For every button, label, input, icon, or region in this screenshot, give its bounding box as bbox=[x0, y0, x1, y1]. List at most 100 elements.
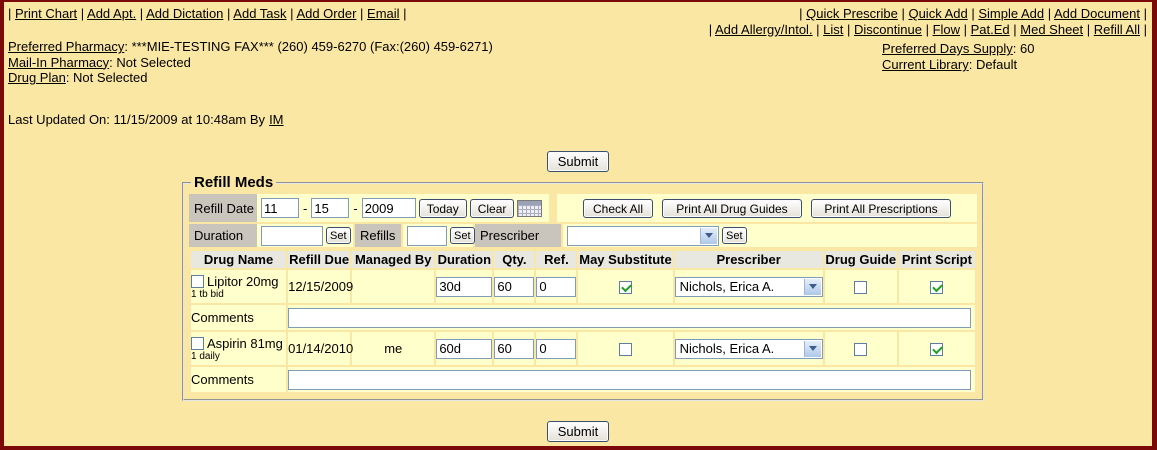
separator: | bbox=[287, 6, 297, 21]
prescriber-select[interactable]: Nichols, Erica A. bbox=[675, 339, 823, 359]
col-qty: Qty. bbox=[494, 251, 534, 268]
duration-input[interactable] bbox=[436, 277, 492, 297]
col-duration: Duration bbox=[436, 251, 492, 268]
nav-link-quick-prescribe[interactable]: Quick Prescribe bbox=[806, 6, 898, 21]
select-drug-checkbox[interactable] bbox=[191, 275, 204, 288]
set-refills-button[interactable]: Set bbox=[450, 227, 475, 244]
today-button[interactable]: Today bbox=[419, 199, 467, 218]
drug-name: Lipitor 20mg bbox=[207, 274, 279, 289]
separator: | bbox=[813, 22, 824, 37]
clear-button[interactable]: Clear bbox=[470, 199, 515, 218]
set-prescriber-button[interactable]: Set bbox=[722, 227, 747, 244]
nav-link-refill-all[interactable]: Refill All bbox=[1094, 22, 1140, 37]
refill-date-label: Refill Date bbox=[189, 194, 257, 222]
supply-info: Preferred Days Supply: 60 Current Librar… bbox=[882, 41, 1034, 73]
nav-link-flow[interactable]: Flow bbox=[933, 22, 960, 37]
nav-link-email[interactable]: Email bbox=[367, 6, 400, 21]
bulk-refills-input[interactable] bbox=[407, 226, 447, 246]
nav-link-add-dictation[interactable]: Add Dictation bbox=[146, 6, 223, 21]
label-separator: : bbox=[1013, 41, 1020, 56]
last-updated-by-link[interactable]: IM bbox=[269, 112, 283, 127]
col-prescriber: Prescriber bbox=[675, 251, 823, 268]
comments-row: Comments bbox=[191, 305, 975, 330]
nav-link-simple-add[interactable]: Simple Add bbox=[978, 6, 1044, 21]
nav-link-quick-add[interactable]: Quick Add bbox=[908, 6, 967, 21]
refill-year-input[interactable] bbox=[362, 198, 416, 218]
refill-month-input[interactable] bbox=[261, 198, 299, 218]
prescriber-value: Nichols, Erica A. bbox=[680, 279, 775, 294]
chevron-down-icon bbox=[700, 228, 717, 244]
set-duration-button[interactable]: Set bbox=[326, 227, 351, 244]
preferred-pharmacy-line: Preferred Pharmacy: ***MIE-TESTING FAX**… bbox=[8, 39, 493, 55]
ref-input[interactable] bbox=[536, 339, 576, 359]
comments-input[interactable] bbox=[288, 308, 971, 328]
last-updated-text: Last Updated On: 11/15/2009 at 10:48am B… bbox=[8, 112, 265, 127]
managed-by-value: me bbox=[352, 332, 434, 365]
prescriber-select[interactable]: Nichols, Erica A. bbox=[675, 277, 823, 297]
bulk-prescriber-select[interactable] bbox=[567, 226, 719, 246]
comments-input[interactable] bbox=[288, 370, 971, 390]
nav-link-discontinue[interactable]: Discontinue bbox=[854, 22, 922, 37]
select-drug-checkbox[interactable] bbox=[191, 337, 204, 350]
current-library-link[interactable]: Current Library bbox=[882, 57, 969, 72]
nav-link-add-allergy-intol[interactable]: Add Allergy/Intol. bbox=[715, 22, 813, 37]
print-script-checkbox[interactable] bbox=[930, 281, 943, 294]
check-all-button[interactable]: Check All bbox=[583, 199, 653, 218]
separator: | bbox=[77, 6, 87, 21]
drug-guide-checkbox[interactable] bbox=[854, 281, 867, 294]
nav-link-add-order[interactable]: Add Order bbox=[296, 6, 356, 21]
bulk-print-cell: Check All Print All Drug Guides Print Al… bbox=[557, 194, 977, 222]
label-separator: : bbox=[124, 39, 131, 54]
refill-day-input[interactable] bbox=[311, 198, 349, 218]
nav-link-add-task[interactable]: Add Task bbox=[233, 6, 286, 21]
submit-button-top[interactable]: Submit bbox=[547, 151, 609, 172]
separator: | bbox=[223, 6, 233, 21]
refill-date-cell: - - Today Clear bbox=[257, 194, 549, 222]
refill-due-value: 12/15/2009 bbox=[288, 270, 350, 303]
preferred-days-supply-link[interactable]: Preferred Days Supply bbox=[882, 41, 1013, 56]
refill-due-value: 01/14/2010 bbox=[288, 332, 350, 365]
may-substitute-checkbox[interactable] bbox=[619, 343, 632, 356]
chevron-down-icon bbox=[804, 341, 821, 357]
bulk-duration-input[interactable] bbox=[261, 226, 323, 246]
col-managed-by: Managed By bbox=[352, 251, 434, 268]
nav-link-add-apt[interactable]: Add Apt. bbox=[87, 6, 136, 21]
ref-input[interactable] bbox=[536, 277, 576, 297]
nav-link-pat-ed[interactable]: Pat.Ed bbox=[971, 22, 1010, 37]
drug-guide-checkbox[interactable] bbox=[854, 343, 867, 356]
table-header-row: Drug Name Refill Due Managed By Duration… bbox=[191, 251, 975, 268]
nav-link-med-sheet[interactable]: Med Sheet bbox=[1020, 22, 1083, 37]
bulk-refills-label: Refills bbox=[355, 224, 401, 247]
mail-in-pharmacy-link[interactable]: Mail-In Pharmacy bbox=[8, 55, 109, 70]
prescriber-value: Nichols, Erica A. bbox=[680, 341, 775, 356]
col-drug-name: Drug Name bbox=[191, 251, 286, 268]
nav-link-print-chart[interactable]: Print Chart bbox=[15, 6, 77, 21]
comments-label: Comments bbox=[191, 367, 286, 392]
submit-button-bottom[interactable]: Submit bbox=[547, 421, 609, 442]
duration-input[interactable] bbox=[436, 339, 492, 359]
refill-date-row: Refill Date - - Today Clear Check All Pr… bbox=[189, 194, 977, 222]
bulk-prescriber-cell: Set bbox=[563, 224, 977, 247]
drug-plan-link[interactable]: Drug Plan bbox=[8, 70, 66, 85]
print-script-checkbox[interactable] bbox=[930, 343, 943, 356]
refill-meds-legend: Refill Meds bbox=[191, 174, 276, 191]
drug-name-cell: Lipitor 20mg 1 tb bid bbox=[191, 270, 286, 303]
print-all-prescriptions-button[interactable]: Print All Prescriptions bbox=[811, 199, 951, 218]
nav-link-add-document[interactable]: Add Document bbox=[1054, 6, 1140, 21]
may-substitute-checkbox[interactable] bbox=[619, 281, 632, 294]
drug-sig: 1 tb bid bbox=[191, 289, 286, 300]
spacer bbox=[549, 194, 557, 222]
qty-input[interactable] bbox=[494, 339, 534, 359]
comments-label: Comments bbox=[191, 305, 286, 330]
separator: | bbox=[968, 6, 979, 21]
bulk-duration-label: Duration bbox=[189, 224, 257, 247]
preferred-pharmacy-link[interactable]: Preferred Pharmacy bbox=[8, 39, 124, 54]
bulk-duration-cell: Set bbox=[257, 224, 353, 247]
preferred-days-supply-line: Preferred Days Supply: 60 bbox=[882, 41, 1034, 57]
calendar-icon[interactable] bbox=[517, 200, 542, 217]
nav-link-list[interactable]: List bbox=[823, 22, 843, 37]
date-separator: - bbox=[353, 201, 357, 216]
print-all-drug-guides-button[interactable]: Print All Drug Guides bbox=[662, 199, 802, 218]
top-nav-right: | Quick Prescribe | Quick Add | Simple A… bbox=[709, 6, 1147, 38]
qty-input[interactable] bbox=[494, 277, 534, 297]
